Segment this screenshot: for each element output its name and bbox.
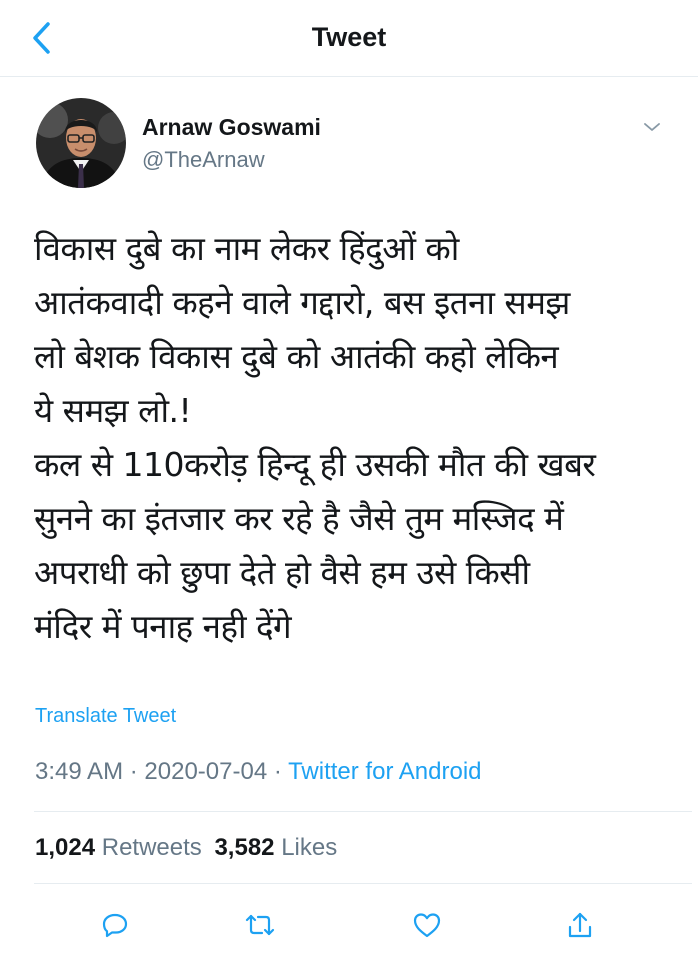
more-options-button[interactable] bbox=[638, 116, 666, 138]
reply-button[interactable] bbox=[93, 903, 137, 947]
tweet-text: विकास दुबे का नाम लेकर हिंदुओं को आतंकवा… bbox=[34, 222, 670, 654]
tweet-metadata: 3:49 AM · 2020-07-04 · Twitter for Andro… bbox=[35, 758, 482, 786]
share-icon bbox=[568, 912, 592, 938]
retweet-icon bbox=[245, 914, 275, 936]
likes-label: Likes bbox=[281, 834, 338, 861]
tweet-time: 3:49 AM bbox=[35, 758, 124, 785]
avatar-image bbox=[36, 98, 126, 188]
tweet-source-link[interactable]: Twitter for Android bbox=[288, 758, 481, 785]
tweet-text-line: ये समझ लो.! bbox=[34, 391, 192, 430]
tweet-actions bbox=[0, 895, 698, 955]
heart-icon bbox=[413, 913, 441, 938]
translate-tweet-link[interactable]: Translate Tweet bbox=[35, 705, 176, 728]
tweet-text-line: अपराधी को छुपा देते हो वैसे हम उसे किसी bbox=[34, 553, 530, 592]
divider bbox=[34, 811, 692, 812]
tweet-text-line: कल से 110करोड़ हिन्दू ही उसकी मौत की खबर bbox=[34, 445, 596, 484]
chevron-down-icon bbox=[644, 123, 660, 131]
share-button[interactable] bbox=[558, 903, 602, 947]
author-name[interactable]: Arnaw Goswami bbox=[142, 114, 321, 141]
divider bbox=[34, 883, 692, 884]
tweet-author: Arnaw Goswami @TheArnaw bbox=[36, 98, 666, 190]
meta-separator: · bbox=[273, 758, 282, 785]
likes-stat[interactable]: 3,582 Likes bbox=[214, 834, 337, 861]
tweet-text-line: आतंकवादी कहने वाले गद्दारो, बस इतना समझ bbox=[34, 283, 570, 322]
author-handle[interactable]: @TheArnaw bbox=[142, 147, 265, 173]
likes-count: 3,582 bbox=[214, 834, 275, 861]
retweets-count: 1,024 bbox=[35, 834, 96, 861]
tweet-stats: 1,024 Retweets 3,582 Likes bbox=[35, 834, 337, 862]
like-button[interactable] bbox=[405, 903, 449, 947]
top-bar: Tweet bbox=[0, 0, 698, 77]
tweet-text-line: सुनने का इंतजार कर रहे है जैसे तुम मस्जि… bbox=[34, 499, 564, 538]
retweets-stat[interactable]: 1,024 Retweets bbox=[35, 834, 208, 861]
reply-icon bbox=[102, 913, 128, 938]
tweet-date: 2020-07-04 bbox=[144, 758, 268, 785]
meta-separator: · bbox=[129, 758, 138, 785]
tweet-text-line: लो बेशक विकास दुबे को आतंकी कहो लेकिन bbox=[34, 337, 559, 376]
avatar[interactable] bbox=[36, 98, 126, 188]
page-title: Tweet bbox=[311, 22, 387, 52]
retweets-label: Retweets bbox=[101, 834, 202, 861]
tweet-text-line: विकास दुबे का नाम लेकर हिंदुओं को bbox=[34, 229, 459, 268]
tweet-text-line: मंदिर में पनाह नही देंगे bbox=[34, 607, 292, 646]
retweet-button[interactable] bbox=[238, 903, 282, 947]
